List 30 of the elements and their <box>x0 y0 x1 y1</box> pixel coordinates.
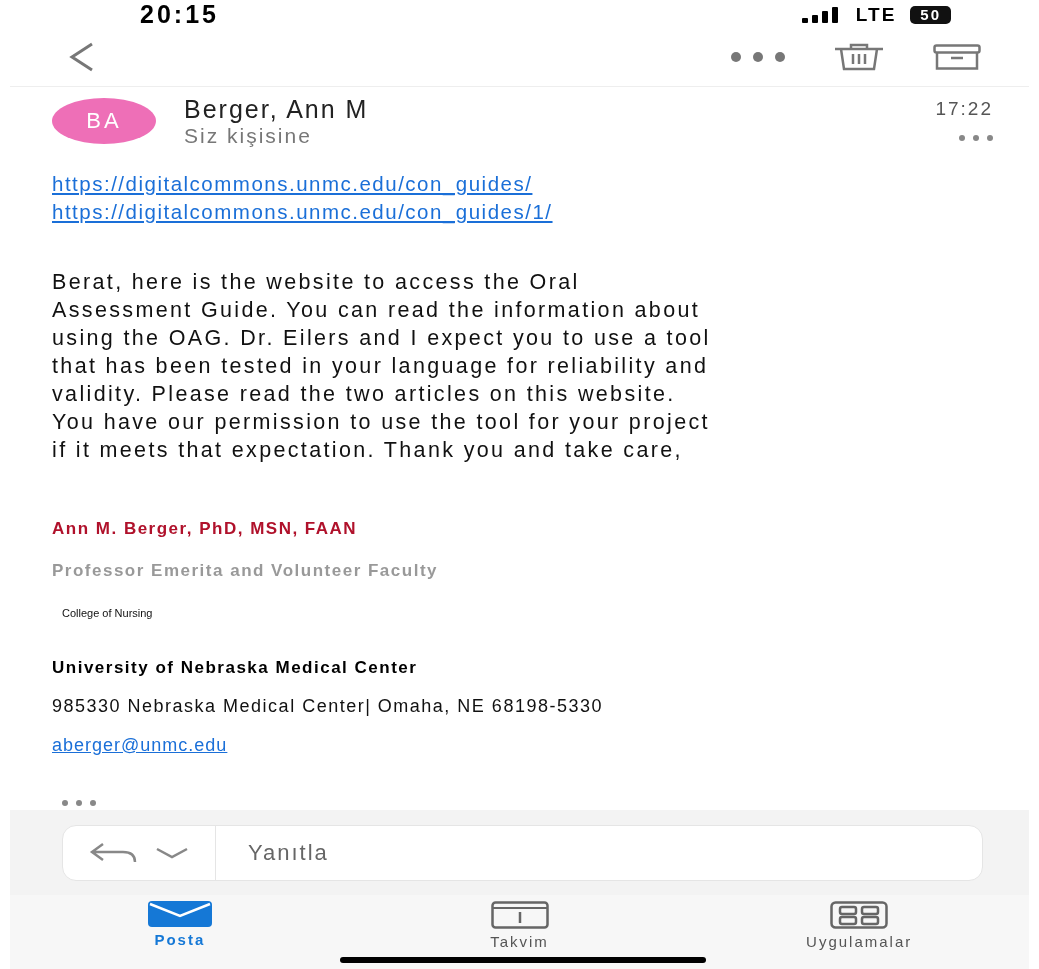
organization-name: University of Nebraska Medical Center <box>52 657 419 678</box>
clock-time: 20:15 <box>140 0 220 29</box>
battery-level: 50 <box>910 5 951 24</box>
message-time: 17:22 <box>935 98 993 121</box>
reply-bar[interactable]: Yanıtla <box>62 824 983 881</box>
avatar: BA <box>52 98 156 145</box>
department-label: College of Nursing <box>62 606 154 619</box>
reply-icon <box>89 841 137 864</box>
signature-name: Ann M. Berger, PhD, MSN, FAAN <box>52 518 359 539</box>
recipient-label: Siz kişisine <box>184 123 313 148</box>
email-link[interactable]: aberger@unmc.edu <box>52 734 228 756</box>
signature-title: Professor Emerita and Volunteer Faculty <box>52 560 439 581</box>
address-text: 985330 Nebraska Medical Center| Omaha, NE 68198-5330 <box>52 695 604 717</box>
trash-icon[interactable] <box>833 43 885 72</box>
calendar-icon <box>490 900 549 929</box>
more-icon[interactable] <box>959 134 993 141</box>
sender-name: Berger, Ann M <box>184 94 370 124</box>
tab[interactable]: Uygulamalar <box>689 894 1029 969</box>
message-body: Berat, here is the website to access the Oral Assessment Guide. You can read the information about using the OAG. Dr. Eilers and I expect you to use a tool that has been tested in your language for reliability and validity. Please read the two articles on this website. You have our permission to use the tool for your project if it meets that expectation. Thank you and take care, <box>52 268 712 464</box>
link[interactable]: https://digitalcommons.unmc.edu/con_guides/1/ <box>52 197 553 226</box>
tab[interactable]: Takvim <box>349 894 690 969</box>
envelope-icon <box>147 900 212 927</box>
link[interactable]: https://digitalcommons.unmc.edu/con_guides/ <box>52 169 533 198</box>
more-icon[interactable] <box>731 52 785 63</box>
more-icon[interactable] <box>62 799 96 806</box>
tab[interactable]: Posta <box>10 894 350 969</box>
network-label: LTE <box>855 3 897 26</box>
apps-grid-icon <box>830 900 889 929</box>
chevron-down-icon <box>155 846 189 859</box>
archive-icon[interactable] <box>933 44 981 71</box>
